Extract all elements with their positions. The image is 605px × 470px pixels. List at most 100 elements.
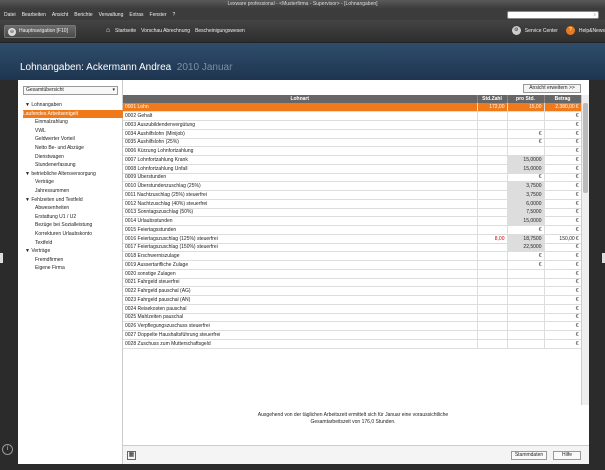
cell-prostd[interactable] [507, 321, 545, 331]
nav-item-geldwerter-vorteil[interactable]: Geldwerter Vorteil [23, 135, 123, 144]
cell-stdzahl[interactable] [477, 304, 508, 314]
cell-prostd[interactable] [507, 330, 545, 340]
table-row[interactable]: 0009 Überstunden € € [123, 173, 582, 183]
cell-prostd[interactable]: € [507, 138, 545, 148]
table-row[interactable]: 0026 Verpflegungszuschuss steuerfrei € [123, 321, 582, 331]
column-header-lohnart[interactable]: Lohnart [123, 95, 478, 103]
cell-betrag[interactable]: € [544, 164, 582, 174]
cell-stdzahl[interactable] [477, 313, 508, 323]
cell-betrag[interactable]: € [544, 269, 582, 279]
cell-betrag[interactable]: € [544, 243, 582, 253]
cell-prostd[interactable] [507, 278, 545, 288]
column-header-prostd[interactable]: pro Std. [507, 95, 545, 103]
nav-item-fremdfirmen[interactable]: Fremdfirmen [23, 256, 123, 265]
cell-betrag[interactable]: € [544, 146, 582, 156]
table-row[interactable]: 0013 Sonntagszuschlag (50%) 7,5000 € [123, 208, 582, 218]
cell-betrag[interactable]: € [544, 199, 582, 209]
cell-prostd[interactable]: 15,0000 [507, 155, 545, 165]
cell-prostd[interactable]: 15,0000 [507, 216, 545, 226]
cell-stdzahl[interactable] [477, 138, 508, 148]
cell-prostd[interactable]: 3,7500 [507, 181, 545, 191]
cell-betrag[interactable]: € [544, 278, 582, 288]
cell-prostd[interactable]: € [507, 225, 545, 235]
table-row[interactable]: 0020 sonstige Zulagen € [123, 269, 582, 279]
table-row[interactable]: 0035 Aushilfslohn (25%) € € [123, 138, 582, 148]
cell-stdzahl[interactable] [477, 286, 508, 296]
cell-stdzahl[interactable] [477, 216, 508, 226]
toolbar-vorschau-abrechnung[interactable]: Vorschau Abrechnung [141, 26, 190, 36]
table-row[interactable]: 0022 Fahrgeld pauschal (AG) € [123, 286, 582, 296]
cell-stdzahl[interactable] [477, 269, 508, 279]
cell-stdzahl[interactable]: 172,00 [477, 103, 508, 113]
nav-item-eigene-firma[interactable]: Eigene Firma [23, 264, 123, 273]
cell-prostd[interactable]: 22,5000 [507, 243, 545, 253]
cell-prostd[interactable] [507, 313, 545, 323]
menu-item-ansicht[interactable]: Ansicht [52, 12, 68, 18]
nav-item-betriebliche-altersversorgung[interactable]: ▼ betriebliche Altersversorgung [23, 170, 123, 179]
cell-stdzahl[interactable] [477, 208, 508, 218]
help-news-button[interactable]: Help&News [579, 26, 605, 36]
nav-item-vertr-ge[interactable]: ▼ Verträge [23, 247, 123, 256]
cell-betrag[interactable]: € [544, 173, 582, 183]
table-row[interactable]: 0018 Erschwerniszulage € € [123, 251, 582, 261]
cell-prostd[interactable]: € [507, 129, 545, 139]
cell-betrag[interactable]: € [544, 260, 582, 270]
cell-stdzahl[interactable] [477, 155, 508, 165]
nav-item-netto-be-und-abz-ge[interactable]: Netto Be- und Abzüge [23, 144, 123, 153]
cell-stdzahl[interactable] [477, 164, 508, 174]
table-row[interactable]: 0012 Nachtzuschlag (40%) steuerfrei 6,000… [123, 199, 582, 209]
scrollbar-thumb[interactable] [583, 103, 588, 193]
table-row[interactable]: 0017 Feiertagszuschlag (150%) steuerfrei… [123, 243, 582, 253]
nav-item-vertr-ge[interactable]: Verträge [23, 178, 123, 187]
cell-prostd[interactable]: 15,00 [507, 103, 545, 113]
info-icon[interactable]: i [2, 444, 13, 455]
cell-prostd[interactable] [507, 304, 545, 314]
search-input[interactable]: ⌕ [507, 11, 599, 19]
extend-view-button[interactable]: Ansicht erweitern >> [523, 84, 581, 93]
table-row[interactable]: 0011 Nachtzuschlag (25%) steuerfrei 3,750… [123, 190, 582, 200]
table-row[interactable]: 0034 Aushilfslohn (Minijob) € € [123, 129, 582, 139]
nav-item-lohnangaben[interactable]: ▼ Lohnangaben [23, 101, 123, 110]
cell-prostd[interactable] [507, 120, 545, 130]
cell-betrag[interactable]: € [544, 129, 582, 139]
main-navigation-button[interactable]: ⊖ Hauptnavigation [F10] [4, 25, 76, 38]
cell-stdzahl[interactable] [477, 339, 508, 349]
table-row[interactable]: 0021 Fahrgeld steuerfrei € [123, 278, 582, 288]
cell-betrag[interactable]: € [544, 111, 582, 121]
view-dropdown[interactable]: Gesamtübersicht ▾ [23, 86, 118, 95]
table-row[interactable]: 0001 Lohn 172,00 15,00 2.380,00€ [123, 103, 582, 113]
cell-betrag[interactable]: € [544, 286, 582, 296]
table-row[interactable]: 0003 Auszubildendenvergütung € [123, 120, 582, 130]
cell-stdzahl[interactable] [477, 321, 508, 331]
cell-betrag[interactable]: € [544, 330, 582, 340]
nav-item-jahressummen[interactable]: Jahressummen [23, 187, 123, 196]
cell-prostd[interactable]: 7,5000 [507, 208, 545, 218]
cell-stdzahl[interactable] [477, 120, 508, 130]
cell-stdzahl[interactable] [477, 181, 508, 191]
cell-prostd[interactable] [507, 295, 545, 305]
cell-stdzahl[interactable] [477, 243, 508, 253]
table-row[interactable]: 0025 Mahlzeiten pauschal € [123, 313, 582, 323]
cell-stdzahl[interactable] [477, 330, 508, 340]
nav-item-erstattung-u1-u2[interactable]: Erstattung U1 / U2 [23, 213, 123, 222]
toolbar-startseite[interactable]: Startseite [115, 26, 136, 36]
cell-betrag[interactable]: € [544, 138, 582, 148]
cell-stdzahl[interactable] [477, 225, 508, 235]
nav-item-laufendes-arbeitsentgelt[interactable]: Laufendes Arbeitsentgelt [23, 109, 123, 119]
cell-stdzahl[interactable] [477, 199, 508, 209]
cell-prostd[interactable]: € [507, 260, 545, 270]
table-row[interactable]: 0028 Zuschuss zum Mutterschaftsgeld € [123, 339, 582, 349]
home-icon[interactable]: ⌂ [106, 27, 113, 34]
cell-betrag[interactable]: € [544, 190, 582, 200]
cell-stdzahl[interactable] [477, 146, 508, 156]
table-row[interactable]: 0007 Lohnfortzahlung Krank 15,0000 € [123, 155, 582, 165]
cell-betrag[interactable]: € [544, 313, 582, 323]
menu-item-datei[interactable]: Datei [4, 12, 16, 18]
cell-stdzahl[interactable] [477, 260, 508, 270]
cell-betrag[interactable]: € [544, 295, 582, 305]
toolbar-bescheinigungswesen[interactable]: Bescheinigungswesen [195, 26, 245, 36]
cell-stdzahl[interactable] [477, 251, 508, 261]
cell-betrag[interactable]: € [544, 225, 582, 235]
cell-betrag[interactable]: € [544, 155, 582, 165]
stammdaten-button[interactable]: Stammdaten [511, 451, 547, 460]
